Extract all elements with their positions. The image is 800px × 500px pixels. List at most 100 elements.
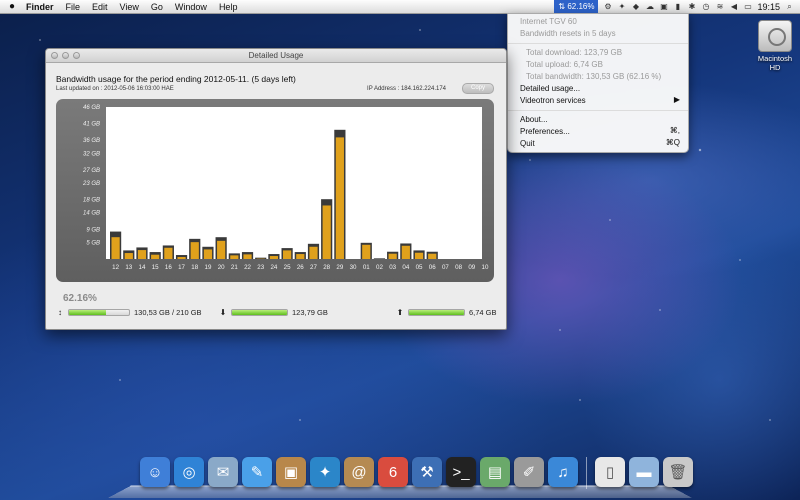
y-tick-label: 14 GB	[83, 211, 100, 217]
bar	[414, 252, 424, 259]
time-machine-icon[interactable]: ◷	[701, 2, 710, 11]
menu-item-preferences[interactable]: Preferences... ⌘,	[508, 126, 688, 138]
x-tick-label: 09	[468, 264, 475, 271]
total-usage-stat: ↕ 130,53 GB / 210 GB	[56, 308, 202, 317]
dock: ☺ ◎ ✉ ✎ ▣ ✦ @6 ⚒ >_ ▤ ✐ ♫ ▯ ▬ 🗑	[108, 455, 693, 500]
document-icon[interactable]: ▯	[595, 457, 625, 487]
bandwidth-menu: Internet TGV 60 Bandwidth resets in 5 da…	[507, 13, 689, 153]
x-tick-label: 01	[363, 264, 370, 271]
search-icon[interactable]: ⌕	[785, 2, 794, 11]
x-tick-label: 20	[218, 264, 225, 271]
package-icon[interactable]: ▣	[276, 457, 306, 487]
menu-help[interactable]: Help	[213, 2, 244, 12]
quit-label: Quit	[520, 139, 535, 148]
bar	[388, 253, 397, 259]
clock[interactable]: 19:15	[757, 2, 780, 12]
x-tick-label: 23	[257, 264, 264, 271]
apple-menu-icon[interactable]: ●	[0, 1, 20, 12]
bandwidth-status-text: 62.16%	[567, 2, 595, 11]
close-button[interactable]	[51, 52, 58, 59]
total-bandwidth: Total bandwidth: 130,53 GB (62.16 %)	[526, 72, 662, 81]
bar	[151, 254, 160, 259]
x-tick-label: 18	[191, 264, 198, 271]
upload-stat: ⬆ 6,74 GB	[396, 308, 497, 317]
menu-file[interactable]: File	[60, 2, 87, 12]
download-arrow-icon: ⬇	[219, 308, 227, 317]
x-tick-label: 08	[455, 264, 462, 271]
copy-button[interactable]: Copy	[462, 83, 494, 94]
dock-items: ☺ ◎ ✉ ✎ ▣ ✦ @6 ⚒ >_ ▤ ✐ ♫ ▯ ▬ 🗑	[140, 457, 693, 489]
window-titlebar[interactable]: Detailed Usage	[46, 49, 506, 63]
x-tick-label: 13	[125, 264, 132, 271]
address-book-icon[interactable]: @	[344, 457, 374, 487]
preferences-shortcut: ⌘,	[669, 126, 680, 135]
bar	[322, 205, 331, 259]
x-tick-label: 02	[376, 264, 383, 271]
bar	[203, 249, 213, 259]
menu-window[interactable]: Window	[169, 2, 213, 12]
total-progress-fill	[69, 310, 107, 315]
x-tick-label: 07	[442, 264, 449, 271]
app-icon[interactable]: ▣	[659, 2, 668, 11]
xcode-icon[interactable]: ⚒	[412, 457, 442, 487]
menu-edit[interactable]: Edit	[86, 2, 114, 12]
bar	[362, 244, 371, 259]
calendar-icon[interactable]: 6	[378, 457, 408, 487]
trash-icon[interactable]: 🗑	[663, 457, 693, 487]
x-tick-label: 05	[416, 264, 423, 271]
safari-icon[interactable]: ◎	[174, 457, 204, 487]
menu-view[interactable]: View	[114, 2, 145, 12]
x-tick-label: 04	[402, 264, 409, 271]
bandwidth-status-item[interactable]: ⇅ 62.16%	[554, 0, 599, 13]
download-progress-bar	[231, 309, 288, 316]
menu-item-quit[interactable]: Quit ⌘Q	[508, 138, 688, 150]
menu-item-about[interactable]: About...	[508, 114, 688, 126]
battery-icon[interactable]: ▭	[743, 2, 752, 11]
zoom-button[interactable]	[73, 52, 80, 59]
bird-icon[interactable]: ✦	[617, 2, 626, 11]
quit-shortcut: ⌘Q	[665, 138, 680, 147]
menu-app-name[interactable]: Finder	[20, 2, 60, 12]
bar	[177, 257, 186, 259]
messages-icon[interactable]: ✎	[242, 457, 272, 487]
chart-plot-area	[106, 107, 482, 259]
wifi-icon[interactable]: ≋	[715, 2, 724, 11]
x-tick-label: 25	[284, 264, 291, 271]
gear-icon[interactable]: ⚙	[603, 2, 612, 11]
menu-item-videotron-services[interactable]: Videotron services ▶	[508, 95, 688, 107]
y-tick-label: 32 GB	[83, 151, 100, 157]
upload-progress-bar	[408, 309, 465, 316]
mail-icon[interactable]: ✉	[208, 457, 238, 487]
x-tick-label: 22	[244, 264, 251, 271]
minimize-button[interactable]	[62, 52, 69, 59]
window-controls	[51, 52, 80, 59]
x-tick-label: 21	[231, 264, 238, 271]
period-heading: Bandwidth usage for the period ending 20…	[56, 74, 296, 84]
finder-icon[interactable]: ☺	[140, 457, 170, 487]
y-tick-label: 41 GB	[83, 122, 100, 128]
menu-go[interactable]: Go	[145, 2, 169, 12]
menu-item-detailed-usage[interactable]: Detailed usage...	[508, 83, 688, 95]
folder-icon[interactable]: ▬	[629, 457, 659, 487]
twitter-icon[interactable]: ✦	[310, 457, 340, 487]
bar	[243, 254, 252, 259]
x-tick-label: 24	[270, 264, 277, 271]
itunes-icon[interactable]: ♫	[548, 457, 578, 487]
bar	[111, 237, 120, 259]
bluetooth-icon[interactable]: ✱	[687, 2, 696, 11]
cloud-icon[interactable]: ☁	[645, 2, 654, 11]
menu-bar: ● Finder File Edit View Go Window Help ⇅…	[0, 0, 800, 14]
volume-icon[interactable]: ◀	[729, 2, 738, 11]
bar	[190, 242, 199, 259]
bar	[335, 137, 344, 259]
total-upload: Total upload: 6,74 GB	[526, 60, 603, 69]
archive-utility-icon[interactable]: ▤	[480, 457, 510, 487]
bookmark-icon[interactable]: ▮	[673, 2, 682, 11]
terminal-icon[interactable]: >_	[446, 457, 476, 487]
macintosh-hd-desktop-icon[interactable]: Macintosh HD	[752, 20, 798, 72]
bar	[164, 247, 173, 259]
bar	[309, 246, 318, 259]
dropbox-icon[interactable]: ◆	[631, 2, 640, 11]
script-editor-icon[interactable]: ✐	[514, 457, 544, 487]
x-tick-label: 19	[205, 264, 212, 271]
